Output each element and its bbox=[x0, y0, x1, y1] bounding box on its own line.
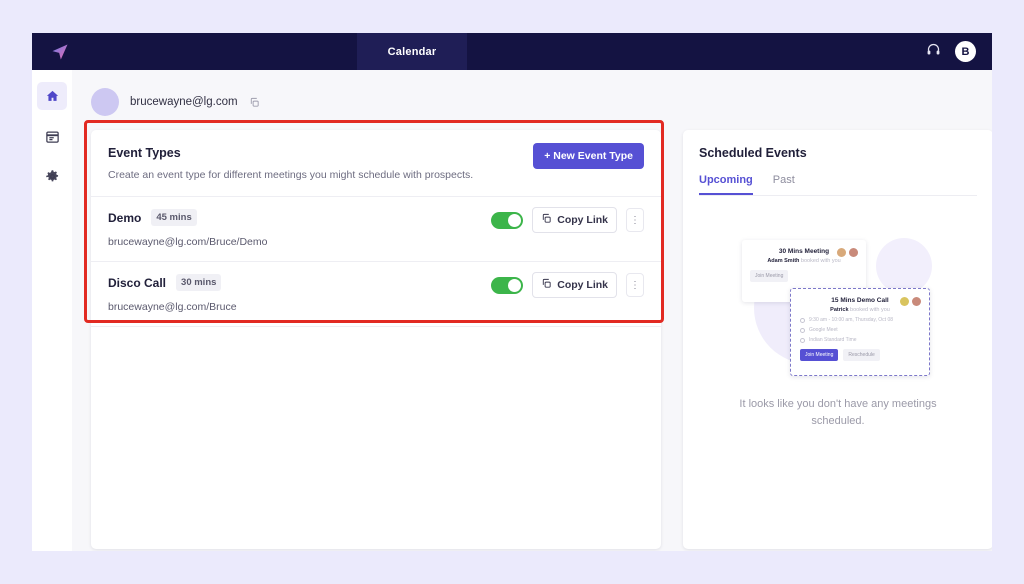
toggle-knob bbox=[508, 278, 522, 292]
left-sidebar bbox=[32, 70, 72, 551]
avatar-face bbox=[849, 248, 858, 257]
illustration-front-platform-row: Google Meet bbox=[800, 327, 920, 333]
event-duration-badge: 30 mins bbox=[176, 274, 222, 291]
top-navbar: Calendar B bbox=[32, 33, 992, 70]
copy-icon bbox=[541, 213, 552, 227]
new-event-type-button[interactable]: + New Event Type bbox=[533, 143, 644, 169]
illustration-front-card: 15 Mins Demo Call Patrick booked with yo… bbox=[790, 288, 930, 376]
event-name: Disco Call bbox=[108, 275, 167, 290]
scheduled-events-tabs: Upcoming Past bbox=[699, 174, 977, 196]
account-avatar bbox=[91, 88, 119, 116]
nav-tab-calendar[interactable]: Calendar bbox=[357, 33, 467, 70]
scheduled-events-card: Scheduled Events Upcoming Past 30 Mins M… bbox=[683, 130, 992, 549]
app-window: Calendar B brucewayne@lg.com Event Types… bbox=[32, 33, 992, 551]
event-enabled-toggle[interactable] bbox=[491, 211, 524, 229]
more-options-button[interactable]: ⋮ bbox=[626, 208, 644, 232]
event-link[interactable]: brucewayne@lg.com/Bruce bbox=[108, 301, 644, 313]
event-link[interactable]: brucewayne@lg.com/Bruce/Demo bbox=[108, 236, 644, 248]
event-name: Demo bbox=[108, 210, 142, 225]
illustration-front-buttons: Join Meeting Reschedule bbox=[800, 349, 920, 361]
copy-link-label: Copy Link bbox=[557, 214, 608, 226]
illustration-front-subtitle: Patrick booked with you bbox=[800, 307, 920, 313]
illustration-front-time-row: 9:30 am - 10:00 am, Thursday, Oct 08 bbox=[800, 317, 920, 323]
illustration-front-booker: Patrick bbox=[830, 307, 849, 313]
illustration-front-reschedule-button: Reschedule bbox=[843, 349, 880, 361]
empty-state-illustration: 30 Mins Meeting Adam Smith booked with y… bbox=[738, 232, 938, 382]
illustration-back-join-button: Join Meeting bbox=[750, 270, 789, 282]
home-icon bbox=[46, 90, 58, 101]
account-email: brucewayne@lg.com bbox=[130, 96, 238, 108]
illustration-back-booked-text: booked with you bbox=[799, 258, 841, 264]
toggle-knob bbox=[508, 213, 522, 227]
illustration-back-avatars bbox=[837, 248, 858, 257]
copy-email-icon[interactable] bbox=[249, 97, 260, 108]
illustration-back-subtitle: Adam Smith booked with you bbox=[750, 258, 858, 264]
illustration-back-booker: Adam Smith bbox=[767, 258, 800, 264]
scheduled-events-title: Scheduled Events bbox=[699, 146, 807, 160]
illustration-back-buttons: Join Meeting bbox=[750, 270, 858, 282]
calendar-icon bbox=[45, 131, 59, 143]
avatar-initial: B bbox=[961, 45, 970, 58]
event-duration-badge: 45 mins bbox=[151, 209, 197, 226]
illustration-front-booked-text: booked with you bbox=[848, 307, 890, 313]
event-types-header: Event Types + New Event Type Create an e… bbox=[91, 130, 661, 181]
table-row[interactable]: Disco Call 30 mins brucewayne@lg.com/Bru… bbox=[91, 261, 661, 327]
nav-tabs: Calendar bbox=[357, 33, 467, 70]
copy-link-label: Copy Link bbox=[557, 279, 608, 291]
illustration-front-join-button: Join Meeting bbox=[800, 349, 839, 361]
sidebar-item-home[interactable] bbox=[37, 82, 67, 110]
clock-icon bbox=[800, 317, 805, 323]
copy-link-button[interactable]: Copy Link bbox=[532, 207, 617, 233]
navbar-right: B bbox=[926, 33, 976, 70]
globe-icon bbox=[800, 337, 805, 343]
empty-state: 30 Mins Meeting Adam Smith booked with y… bbox=[683, 196, 992, 429]
event-row-actions: Copy Link ⋮ bbox=[491, 272, 644, 298]
tab-past[interactable]: Past bbox=[773, 174, 795, 195]
sidebar-item-calendar[interactable] bbox=[37, 122, 67, 150]
gear-icon bbox=[45, 169, 58, 181]
tab-upcoming[interactable]: Upcoming bbox=[699, 174, 753, 195]
paper-plane-logo-icon bbox=[52, 44, 67, 59]
panels: Event Types + New Event Type Create an e… bbox=[91, 130, 992, 549]
avatar-face bbox=[912, 297, 921, 306]
illustration-front-platform: Google Meet bbox=[809, 327, 838, 333]
event-types-list: Demo 45 mins brucewayne@lg.com/Bruce/Dem… bbox=[91, 196, 661, 327]
illustration-front-timezone: Indian Standard Time bbox=[809, 337, 857, 343]
scheduled-events-header: Scheduled Events Upcoming Past bbox=[683, 130, 992, 196]
account-row: brucewayne@lg.com bbox=[91, 84, 992, 120]
avatar[interactable]: B bbox=[955, 41, 976, 62]
headphones-icon[interactable] bbox=[926, 42, 941, 62]
sidebar-item-settings[interactable] bbox=[37, 162, 67, 190]
copy-link-button[interactable]: Copy Link bbox=[532, 272, 617, 298]
more-options-button[interactable]: ⋮ bbox=[626, 273, 644, 297]
event-types-card: Event Types + New Event Type Create an e… bbox=[91, 130, 661, 549]
video-icon bbox=[800, 327, 805, 333]
avatar-face bbox=[900, 297, 909, 306]
app-body: brucewayne@lg.com Event Types + New Even… bbox=[32, 70, 992, 551]
table-row[interactable]: Demo 45 mins brucewayne@lg.com/Bruce/Dem… bbox=[91, 196, 661, 261]
event-types-subtitle: Create an event type for different meeti… bbox=[108, 169, 474, 181]
empty-state-message: It looks like you don't have any meeting… bbox=[739, 398, 937, 427]
app-logo[interactable] bbox=[32, 33, 87, 70]
event-row-actions: Copy Link ⋮ bbox=[491, 207, 644, 233]
event-enabled-toggle[interactable] bbox=[491, 276, 524, 294]
illustration-front-timezone-row: Indian Standard Time bbox=[800, 337, 920, 343]
copy-icon bbox=[541, 278, 552, 292]
decorative-blob-small bbox=[876, 238, 932, 294]
illustration-front-avatars bbox=[900, 297, 921, 306]
nav-tab-label: Calendar bbox=[387, 45, 437, 58]
main-content: brucewayne@lg.com Event Types + New Even… bbox=[72, 70, 992, 551]
avatar-face bbox=[837, 248, 846, 257]
illustration-front-time: 9:30 am - 10:00 am, Thursday, Oct 08 bbox=[809, 317, 894, 323]
